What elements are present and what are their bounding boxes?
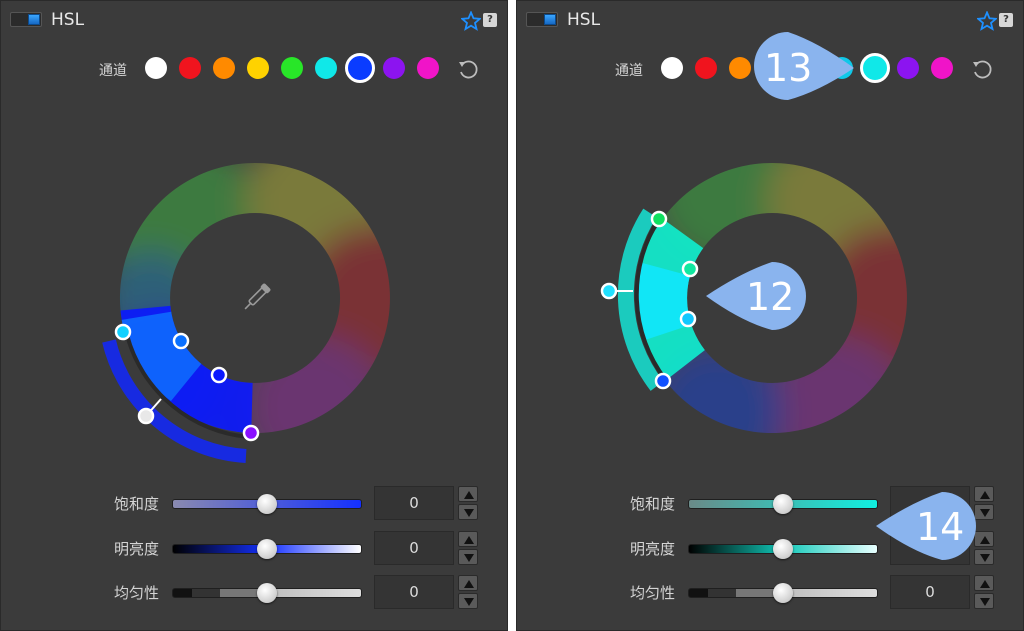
saturation-label: 饱和度 [629,495,675,513]
lightness-thumb[interactable] [773,539,793,559]
hue-wheel[interactable] [1,1,509,481]
chevron-down-icon[interactable] [458,593,478,609]
range-handle-outer-top[interactable] [650,210,668,228]
uniformity-slider-row: 均匀性 0 [517,575,1023,609]
callout-14-label: 14 [916,505,965,549]
saturation-thumb[interactable] [773,494,793,514]
chevron-down-icon[interactable] [458,504,478,520]
range-handle-outer-bottom[interactable] [654,372,672,390]
chevron-up-icon[interactable] [458,575,478,591]
range-handle-inner-top[interactable] [681,260,699,278]
chevron-up-icon[interactable] [458,531,478,547]
uniformity-label: 均匀性 [113,584,159,602]
saturation-label: 饱和度 [113,495,159,513]
chevron-up-icon[interactable] [974,575,994,591]
range-handle-inner-bottom[interactable] [679,310,697,328]
lightness-value-input[interactable]: 0 [374,531,454,565]
saturation-stepper[interactable] [458,486,478,520]
hsl-panel-left: HSL ? 通道 饱和度 0 明亮度 0 均匀性 0 [0,0,508,631]
chevron-down-icon[interactable] [458,549,478,565]
lightness-label: 明亮度 [113,540,159,558]
lightness-thumb[interactable] [257,539,277,559]
lightness-label: 明亮度 [629,540,675,558]
chevron-up-icon[interactable] [458,486,478,502]
uniformity-thumb[interactable] [257,583,277,603]
range-handle-outer-right[interactable] [242,424,260,442]
saturation-slider-row: 饱和度 0 [1,486,507,520]
range-handle-inner-right[interactable] [210,366,228,384]
uniformity-stepper[interactable] [458,575,478,609]
saturation-thumb[interactable] [257,494,277,514]
chevron-down-icon[interactable] [974,593,994,609]
lightness-stepper[interactable] [458,531,478,565]
uniformity-stepper[interactable] [974,575,994,609]
lightness-slider-row: 明亮度 0 [1,531,507,565]
uniformity-thumb[interactable] [773,583,793,603]
uniformity-slider-row: 均匀性 0 [1,575,507,609]
saturation-handle[interactable] [137,407,155,425]
saturation-value-input[interactable]: 0 [374,486,454,520]
uniformity-value-input[interactable]: 0 [890,575,970,609]
uniformity-value-input[interactable]: 0 [374,575,454,609]
range-handle-outer-left[interactable] [114,323,132,341]
callout-12-label: 12 [746,275,795,319]
callout-13-label: 13 [764,46,813,90]
uniformity-label: 均匀性 [629,584,675,602]
eyedropper-icon[interactable] [242,283,272,313]
range-handle-inner-left[interactable] [172,332,190,350]
saturation-handle[interactable] [600,282,618,300]
